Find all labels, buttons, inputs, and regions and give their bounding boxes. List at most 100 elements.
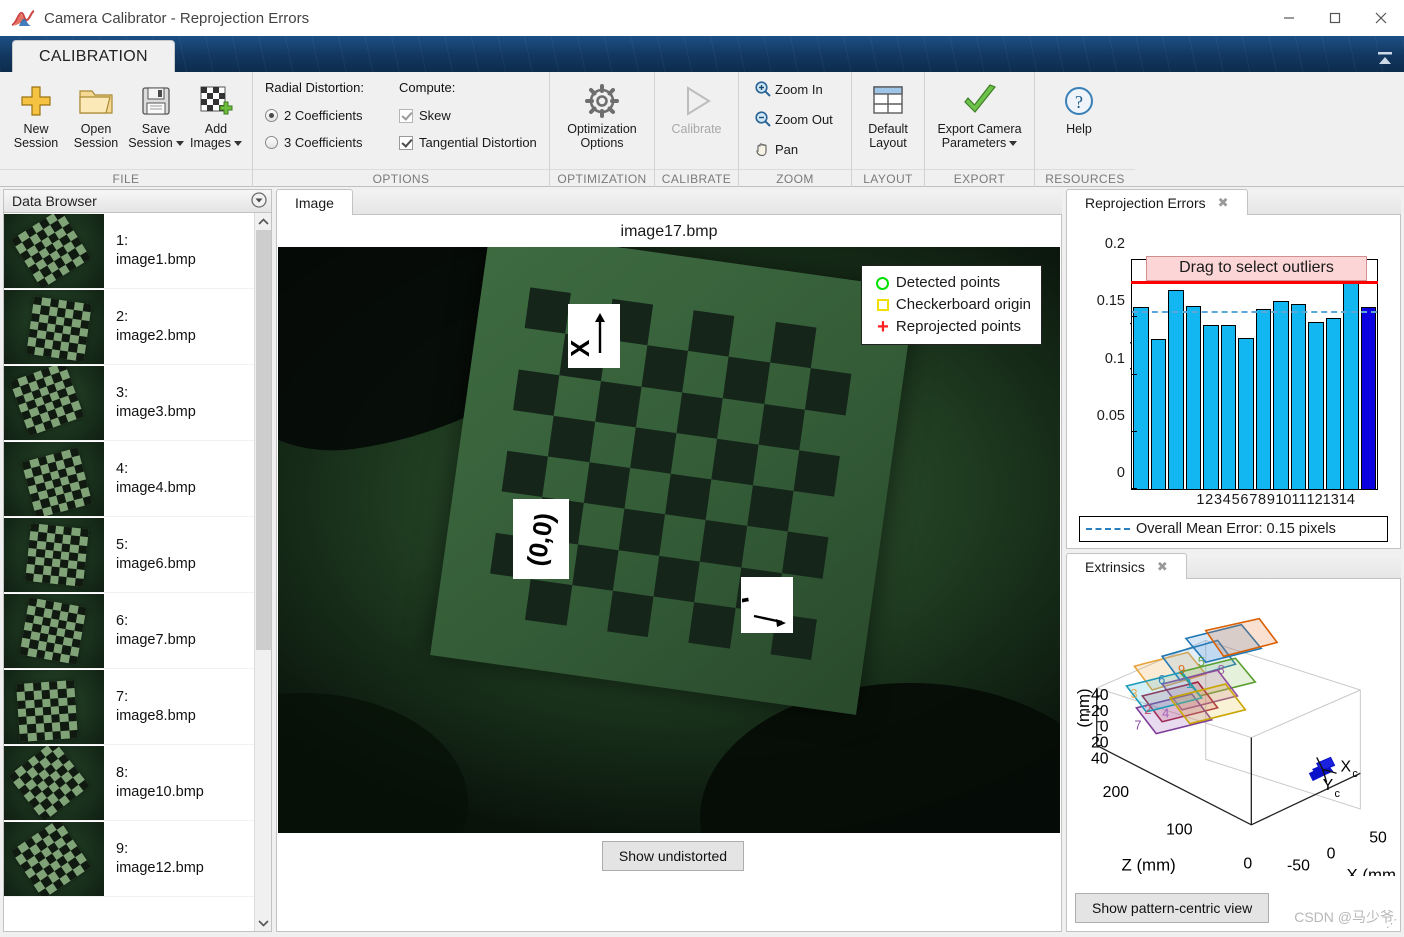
chart-x-tick: 7 (1249, 492, 1258, 508)
thumbnail-image[interactable] (4, 290, 104, 364)
chart-y-tick: 0.15 (1097, 293, 1125, 309)
show-undistorted-button[interactable]: Show undistorted (602, 841, 744, 871)
thumbnail-image[interactable] (4, 518, 104, 592)
scrollbar-track[interactable] (255, 230, 272, 914)
tab-extrinsics[interactable]: Extrinsics ✖ (1066, 553, 1187, 579)
extrinsics-3d-axes[interactable]: 3 6 9 5 8 2 4 7 1 (1067, 579, 1400, 876)
data-browser-scrollbar[interactable] (254, 213, 271, 931)
outlier-threshold-line[interactable] (1131, 281, 1378, 284)
close-icon[interactable]: ✖ (1218, 195, 1229, 211)
scroll-down-icon[interactable] (255, 914, 272, 931)
thumbnail-image[interactable] (4, 746, 104, 820)
pan-button[interactable]: Pan (749, 134, 806, 164)
chart-bar-5[interactable] (1203, 325, 1219, 489)
chevron-down-icon[interactable] (1009, 141, 1017, 146)
chart-plot-area[interactable]: Drag to select outliers 00.050.10.150.2 … (1131, 259, 1378, 490)
zoom-out-button[interactable]: Zoom Out (749, 104, 841, 134)
chart-bar-13[interactable] (1343, 283, 1359, 489)
new-session-label-2: Session (14, 136, 58, 150)
group-label-resources: RESOURCES (1035, 169, 1135, 187)
thumbnail-image[interactable] (4, 442, 104, 516)
chart-x-tick: 4 (1222, 492, 1231, 508)
tab-reprojection-errors[interactable]: Reprojection Errors ✖ (1066, 189, 1248, 215)
new-session-button[interactable]: New Session (6, 76, 66, 150)
radio-2-coefficients[interactable]: 2 Coefficients (265, 102, 387, 129)
chart-x-tick: 13 (1323, 492, 1339, 508)
chart-bar-6[interactable] (1221, 325, 1237, 489)
chart-bar-12[interactable] (1326, 318, 1342, 489)
list-item[interactable]: 3:image3.bmp (4, 365, 254, 441)
list-item[interactable]: 4:image4.bmp (4, 441, 254, 517)
list-item[interactable]: 1:image1.bmp (4, 213, 254, 289)
minimize-button[interactable] (1266, 0, 1312, 36)
maximize-button[interactable] (1312, 0, 1358, 36)
close-icon[interactable]: ✖ (1157, 559, 1168, 575)
save-session-button[interactable]: Save Session (126, 76, 186, 150)
extrinsics-plot[interactable]: 3 6 9 5 8 2 4 7 1 (1067, 579, 1400, 931)
scroll-up-icon[interactable] (255, 213, 272, 230)
checkbox-tangential-label: Tangential Distortion (419, 135, 537, 150)
chart-bars[interactable] (1132, 260, 1377, 489)
y-tick: 20 (1091, 734, 1109, 751)
thumbnail-image[interactable] (4, 822, 104, 896)
list-item[interactable]: 9:image12.bmp (4, 821, 254, 897)
radio-3-coefficients[interactable]: 3 Coefficients (265, 129, 387, 156)
calibrate-button[interactable]: Calibrate (661, 76, 732, 136)
radio-3-coefficients-label: 3 Coefficients (284, 135, 363, 150)
list-item[interactable]: 5:image6.bmp (4, 517, 254, 593)
image-canvas: image17.bmp X (276, 215, 1062, 932)
scrollbar-thumb[interactable] (256, 230, 271, 650)
chart-bar-9[interactable] (1273, 301, 1289, 489)
thumbnail-image[interactable] (4, 214, 104, 288)
collapse-ribbon-icon[interactable] (1374, 47, 1396, 69)
tab-calibration[interactable]: CALIBRATION (12, 40, 175, 72)
z-tick: 100 (1166, 822, 1193, 839)
help-button[interactable]: ? Help (1049, 76, 1109, 136)
add-images-button[interactable]: Add Images (186, 76, 246, 150)
chevron-down-icon[interactable] (234, 141, 242, 146)
checkbox-tangential-distortion[interactable]: Tangential Distortion (399, 129, 537, 156)
optimization-options-button[interactable]: Optimization Options (556, 76, 648, 150)
list-item-filename: image3.bmp (116, 403, 196, 422)
chart-bar-1[interactable] (1133, 307, 1149, 489)
zoom-in-button[interactable]: Zoom In (749, 74, 831, 104)
thumbnail-image[interactable] (4, 594, 104, 668)
reprojection-chart[interactable]: Mean Error in Pixels Drag to select outl… (1067, 215, 1400, 548)
thumbnail-image[interactable] (4, 670, 104, 744)
thumbnail-image[interactable] (4, 366, 104, 440)
data-browser-list[interactable]: 1:image1.bmp2:image2.bmp3:image3.bmp4:im… (3, 213, 272, 932)
calibration-photo[interactable]: X (0,0) Y Detecte (278, 247, 1060, 833)
help-label: Help (1066, 122, 1092, 136)
tab-image[interactable]: Image (276, 189, 353, 215)
chart-bar-11[interactable] (1308, 322, 1324, 489)
list-item[interactable]: 2:image2.bmp (4, 289, 254, 365)
show-pattern-centric-view-button[interactable]: Show pattern-centric view (1075, 893, 1269, 923)
thumbnail-list[interactable]: 1:image1.bmp2:image2.bmp3:image3.bmp4:im… (4, 213, 254, 931)
list-item[interactable]: 7:image8.bmp (4, 669, 254, 745)
chart-bar-10[interactable] (1291, 304, 1307, 489)
drag-to-select-outliers-hint[interactable]: Drag to select outliers (1146, 256, 1367, 281)
open-session-button[interactable]: Open Session (66, 76, 126, 150)
list-item[interactable]: 6:image7.bmp (4, 593, 254, 669)
close-button[interactable] (1358, 0, 1404, 36)
title-bar: Camera Calibrator - Reprojection Errors (0, 0, 1404, 36)
checkbox-skew[interactable]: Skew (399, 102, 537, 129)
chart-bar-14[interactable] (1361, 307, 1377, 489)
list-item-filename: image2.bmp (116, 327, 196, 346)
export-camera-parameters-button[interactable]: Export Camera Parameters (931, 76, 1028, 150)
resize-grip-icon[interactable]: ⋰ (1386, 917, 1398, 930)
folder-icon (78, 80, 114, 122)
data-browser-panel: Data Browser 1:image1.bmp2:image2.bmp3:i… (0, 187, 272, 937)
chart-bar-7[interactable] (1238, 338, 1254, 489)
list-item-filename: image12.bmp (116, 859, 204, 878)
chevron-down-icon[interactable] (176, 141, 184, 146)
chart-bar-2[interactable] (1151, 339, 1167, 489)
panel-options-icon[interactable] (251, 192, 267, 211)
chart-x-tick: 3 (1214, 492, 1223, 508)
chart-bar-8[interactable] (1256, 309, 1272, 489)
default-layout-button[interactable]: Default Layout (858, 76, 918, 150)
list-item[interactable]: 8:image10.bmp (4, 745, 254, 821)
chart-bar-3[interactable] (1168, 290, 1184, 489)
chart-bar-4[interactable] (1186, 306, 1202, 489)
list-item-label: 7:image8.bmp (104, 688, 196, 726)
